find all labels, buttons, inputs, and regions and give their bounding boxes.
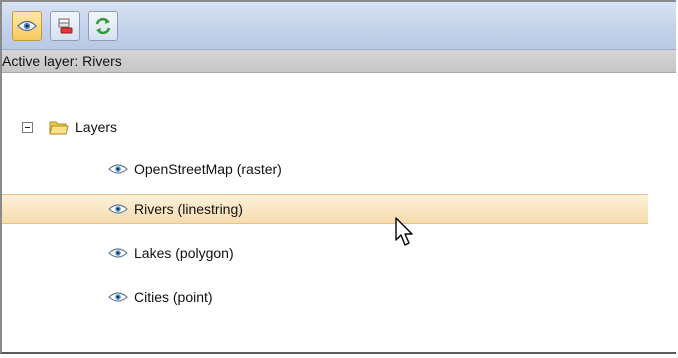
remove-layer-button[interactable] bbox=[50, 11, 80, 41]
layer-item-cities[interactable]: Cities (point) bbox=[2, 282, 648, 312]
eye-icon[interactable] bbox=[108, 247, 128, 259]
layer-item-rivers[interactable]: Rivers (linestring) bbox=[2, 194, 648, 224]
tree-root-layers[interactable]: Layers bbox=[22, 112, 117, 142]
eye-icon bbox=[17, 20, 37, 32]
tree-root-label: Layers bbox=[75, 119, 118, 135]
folder-icon bbox=[49, 121, 69, 135]
layer-item-openstreetmap[interactable]: OpenStreetMap (raster) bbox=[2, 154, 648, 184]
layer-label: Cities (point) bbox=[134, 289, 213, 305]
refresh-icon bbox=[95, 17, 111, 35]
collapse-toggle[interactable] bbox=[22, 121, 33, 133]
layer-label: OpenStreetMap (raster) bbox=[134, 161, 282, 177]
remove-layer-icon bbox=[58, 18, 73, 34]
layer-label: Rivers (linestring) bbox=[134, 201, 243, 217]
refresh-button[interactable] bbox=[88, 11, 118, 41]
eye-icon[interactable] bbox=[108, 163, 128, 175]
eye-icon[interactable] bbox=[108, 291, 128, 303]
eye-icon[interactable] bbox=[108, 203, 128, 215]
toggle-visibility-button[interactable] bbox=[12, 11, 42, 41]
layer-tree-panel: Active layer: Rivers Layers OpenStreetMa… bbox=[0, 0, 676, 354]
toolbar bbox=[2, 2, 676, 50]
layer-label: Lakes (polygon) bbox=[134, 245, 234, 261]
layer-item-lakes[interactable]: Lakes (polygon) bbox=[2, 238, 648, 268]
mouse-cursor-icon bbox=[395, 217, 413, 246]
active-layer-status: Active layer: Rivers bbox=[2, 50, 676, 73]
